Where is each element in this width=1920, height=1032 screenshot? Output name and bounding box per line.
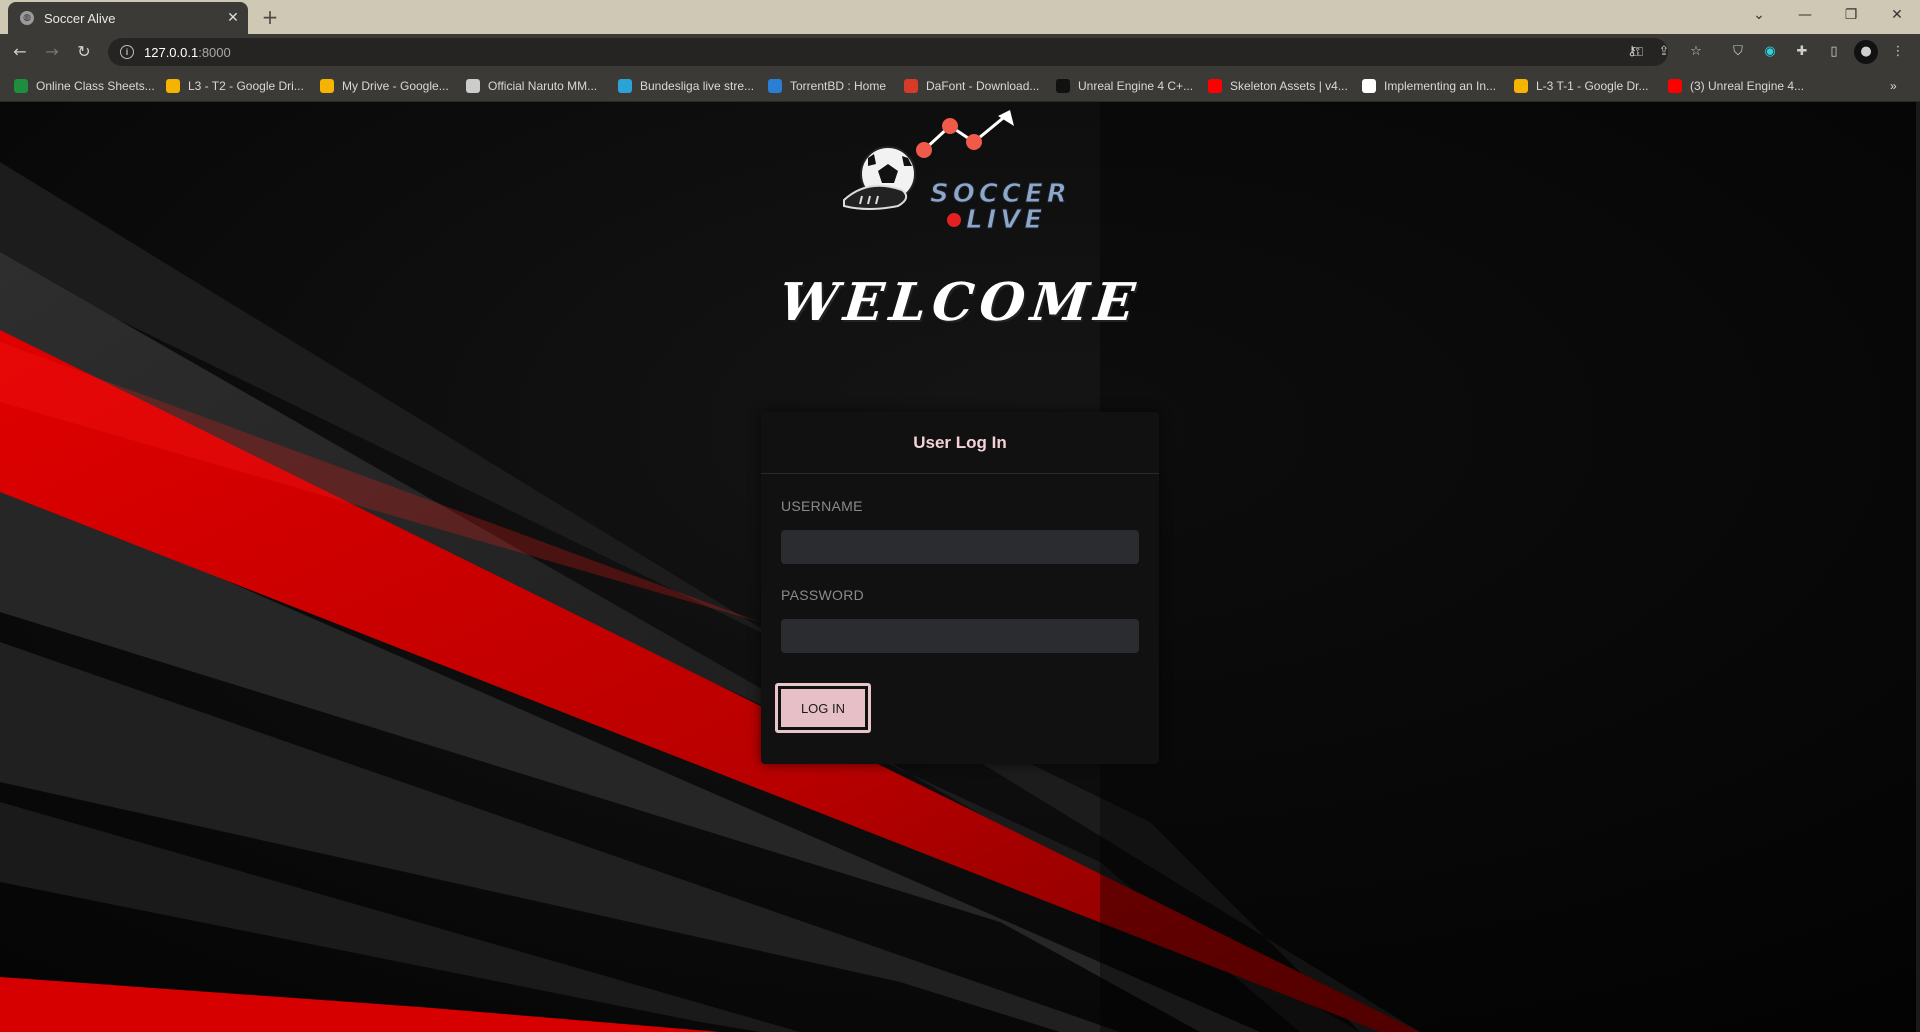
address-bar[interactable]: i 127.0.0.1:8000 ⚿ bbox=[108, 38, 1668, 66]
site-info-icon[interactable]: i bbox=[120, 45, 134, 59]
close-window-button[interactable]: ✕ bbox=[1874, 0, 1920, 30]
bookmark-item[interactable]: My Drive - Google... bbox=[320, 77, 449, 95]
browser-tab[interactable]: ◍ Soccer Alive ✕ bbox=[8, 2, 248, 34]
new-tab-button[interactable]: + bbox=[256, 4, 284, 30]
back-icon[interactable]: ← bbox=[8, 40, 32, 64]
bookmark-label: DaFont - Download... bbox=[926, 79, 1040, 93]
bookmark-label: L3 - T2 - Google Dri... bbox=[188, 79, 304, 93]
password-input[interactable] bbox=[781, 619, 1139, 653]
username-input[interactable] bbox=[781, 530, 1139, 564]
restore-button[interactable]: ❐ bbox=[1828, 0, 1874, 30]
login-button-label: LOG IN bbox=[781, 689, 865, 727]
more-bookmarks-icon[interactable]: » bbox=[1890, 77, 1897, 95]
password-key-icon[interactable]: ⚷ bbox=[1620, 40, 1644, 64]
bookmark-item[interactable]: Unreal Engine 4 C+... bbox=[1056, 77, 1193, 95]
welcome-heading: WELCOME bbox=[776, 272, 1144, 333]
bookmark-favicon-icon bbox=[1362, 79, 1376, 93]
bookmark-label: Bundesliga live stre... bbox=[640, 79, 755, 93]
bookmark-item[interactable]: L-3 T-1 - Google Dr... bbox=[1514, 77, 1649, 95]
extensions-puzzle-icon[interactable]: ✚ bbox=[1790, 40, 1814, 64]
tab-search-icon[interactable]: ⌄ bbox=[1736, 0, 1782, 30]
bookmark-favicon-icon bbox=[1208, 79, 1222, 93]
logo-text-live: LIVE bbox=[966, 205, 1046, 234]
bookmark-favicon-icon bbox=[904, 79, 918, 93]
soccer-live-logo: SOCCER LIVE bbox=[843, 110, 1067, 234]
side-panel-icon[interactable]: ▯ bbox=[1822, 40, 1846, 64]
extension-eye-icon[interactable]: ◉ bbox=[1758, 40, 1782, 64]
bookmark-label: My Drive - Google... bbox=[342, 79, 449, 93]
bookmark-item[interactable]: Bundesliga live stre... bbox=[618, 77, 754, 95]
tab-strip: ◍ Soccer Alive ✕ + ⌄ — ❐ ✕ bbox=[0, 0, 1920, 34]
bookmark-star-icon[interactable]: ☆ bbox=[1684, 40, 1708, 64]
url-port: :8000 bbox=[198, 44, 231, 60]
page-viewport: SOCCER LIVE WELCOME User Log In USERNAME… bbox=[0, 102, 1920, 1032]
username-label: USERNAME bbox=[781, 498, 863, 514]
globe-icon: ◍ bbox=[20, 11, 34, 25]
bookmark-favicon-icon bbox=[320, 79, 334, 93]
bookmark-label: Online Class Sheets... bbox=[36, 79, 155, 93]
bookmark-item[interactable]: Skeleton Assets | v4... bbox=[1208, 77, 1348, 95]
bookmark-favicon-icon bbox=[1056, 79, 1070, 93]
bookmark-favicon-icon bbox=[14, 79, 28, 93]
bookmark-favicon-icon bbox=[466, 79, 480, 93]
bookmark-item[interactable]: (3) Unreal Engine 4... bbox=[1668, 77, 1804, 95]
bookmark-item[interactable]: Online Class Sheets... bbox=[14, 77, 155, 95]
bookmarks-bar: Online Class Sheets... L3 - T2 - Google D… bbox=[0, 70, 1920, 102]
url-host: 127.0.0.1 bbox=[144, 44, 199, 60]
forward-icon[interactable]: → bbox=[40, 40, 64, 64]
bookmark-favicon-icon bbox=[166, 79, 180, 93]
scrollbar[interactable] bbox=[1916, 102, 1920, 1032]
extension-shield-icon[interactable]: ⛉ bbox=[1726, 40, 1750, 64]
login-card-title: User Log In bbox=[761, 412, 1159, 474]
bookmark-item[interactable]: L3 - T2 - Google Dri... bbox=[166, 77, 304, 95]
bookmark-label: Skeleton Assets | v4... bbox=[1230, 79, 1348, 93]
bookmark-label: L-3 T-1 - Google Dr... bbox=[1536, 79, 1649, 93]
bookmark-label: (3) Unreal Engine 4... bbox=[1690, 79, 1805, 93]
bookmark-favicon-icon bbox=[1514, 79, 1528, 93]
bookmark-label: Official Naruto MM... bbox=[488, 79, 598, 93]
browser-toolbar: ← → ↻ i 127.0.0.1:8000 ⚿ ⚷ ⇪ ☆ ⛉ ◉ ✚ ▯ ●… bbox=[0, 34, 1920, 70]
bookmark-item[interactable]: DaFont - Download... bbox=[904, 77, 1039, 95]
menu-kebab-icon[interactable]: ⋮ bbox=[1886, 40, 1910, 64]
reload-icon[interactable]: ↻ bbox=[72, 40, 96, 64]
bookmark-item[interactable]: Implementing an In... bbox=[1362, 77, 1496, 95]
bookmark-favicon-icon bbox=[1668, 79, 1682, 93]
minimize-button[interactable]: — bbox=[1782, 0, 1828, 30]
close-tab-icon[interactable]: ✕ bbox=[224, 9, 242, 27]
bookmark-label: Unreal Engine 4 C+... bbox=[1078, 79, 1194, 93]
bookmark-favicon-icon bbox=[618, 79, 632, 93]
profile-avatar[interactable]: ● bbox=[1854, 40, 1878, 64]
bookmark-label: TorrentBD : Home bbox=[790, 79, 887, 93]
bookmark-item[interactable]: Official Naruto MM... bbox=[466, 77, 597, 95]
login-card: User Log In USERNAME PASSWORD LOG IN bbox=[761, 412, 1159, 764]
bookmark-item[interactable]: TorrentBD : Home bbox=[768, 77, 886, 95]
password-label: PASSWORD bbox=[781, 587, 865, 603]
tab-title: Soccer Alive bbox=[44, 10, 116, 26]
share-icon[interactable]: ⇪ bbox=[1652, 40, 1676, 64]
bookmark-label: Implementing an In... bbox=[1384, 79, 1497, 93]
bookmark-favicon-icon bbox=[768, 79, 782, 93]
login-button[interactable]: LOG IN bbox=[775, 683, 871, 733]
